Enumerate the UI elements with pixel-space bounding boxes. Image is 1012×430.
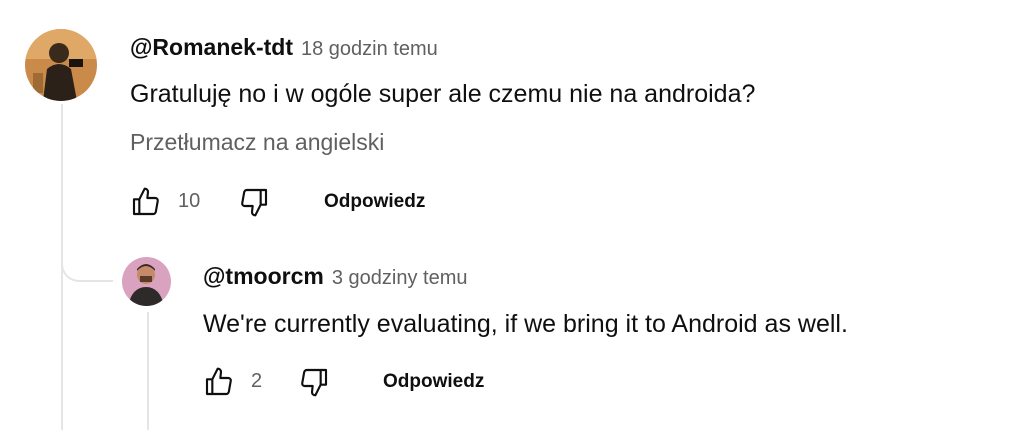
reply-reply-button[interactable]: Odpowiedz [383, 371, 484, 393]
comment-time[interactable]: 18 godzin temu [301, 38, 438, 60]
comment-text: Gratuluję no i w ogóle super ale czemu n… [130, 80, 756, 108]
comment-dislike-button[interactable] [238, 186, 270, 218]
translate-link[interactable]: Przetłumacz na angielski [130, 129, 384, 156]
user-avatar-photo-icon [25, 29, 97, 101]
thumbs-down-icon [241, 188, 268, 217]
thread-line-reply [147, 312, 149, 430]
reply-author[interactable]: @tmoorcm [203, 263, 324, 289]
comment-like-button[interactable] [130, 186, 162, 218]
reply-text: We're currently evaluating, if we bring … [203, 310, 848, 338]
comment-like-count: 10 [178, 190, 201, 212]
thumbs-up-icon [132, 187, 159, 216]
comment-reply-button[interactable]: Odpowiedz [324, 191, 425, 213]
comment-avatar[interactable] [25, 29, 97, 101]
user-avatar-photo-icon [122, 257, 171, 306]
reply-dislike-button[interactable] [298, 366, 330, 398]
thumbs-down-icon [301, 368, 328, 397]
thumbs-up-icon [205, 367, 232, 396]
reply-author-line: @tmoorcm 3 godziny temu [203, 263, 467, 290]
reply-like-button[interactable] [203, 366, 235, 398]
reply-avatar[interactable] [122, 257, 171, 306]
comment-author[interactable]: @Romanek-tdt [130, 34, 293, 60]
comment-author-line: @Romanek-tdt 18 godzin temu [130, 34, 438, 61]
reply-like-count: 2 [251, 370, 263, 392]
reply-time[interactable]: 3 godziny temu [332, 267, 468, 289]
thread-line-branch [61, 236, 113, 282]
